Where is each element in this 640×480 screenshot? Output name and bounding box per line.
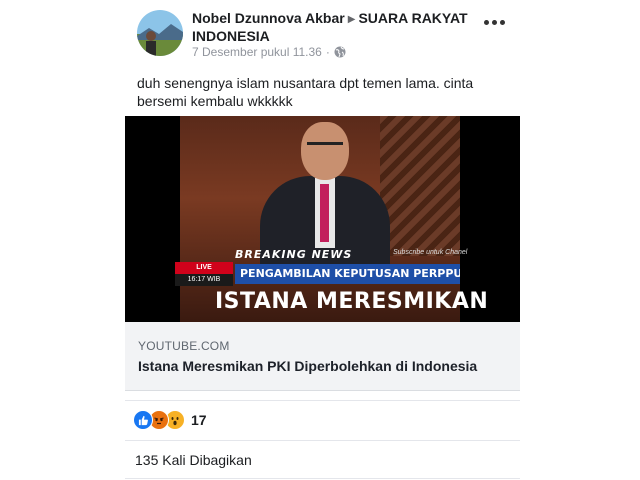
like-reaction-icon	[133, 410, 153, 430]
divider	[125, 478, 520, 479]
arrow-right-icon: ▶	[347, 14, 356, 25]
post-timestamp[interactable]: 7 Desember pukul 11.36	[192, 45, 322, 59]
subscribe-watermark: Subscribe untuk Chanel	[393, 249, 468, 256]
link-preview[interactable]: YOUTUBE.COM Istana Meresmikan PKI Diperb…	[125, 322, 520, 391]
video-backdrop-panel	[380, 116, 460, 256]
link-domain: YOUTUBE.COM	[138, 339, 230, 353]
breaking-news-label: BREAKING NEWS	[235, 248, 353, 261]
separator-dot: ·	[325, 45, 330, 59]
reactions-summary[interactable]: 17	[133, 410, 207, 430]
dot-icon	[499, 19, 505, 25]
author-name[interactable]: Nobel Dzunnova Akbar	[192, 10, 345, 26]
news-ticker: PENGAMBILAN KEPUTUSAN PERPPU ORMAS	[235, 264, 460, 284]
speaker-glasses	[307, 142, 343, 151]
globe-icon	[334, 46, 346, 58]
more-options-button[interactable]	[482, 16, 506, 28]
dot-icon	[491, 19, 497, 25]
speaker-tie	[320, 184, 329, 242]
video-thumbnail[interactable]: BREAKING NEWS Subscribe untuk Chanel LIV…	[125, 116, 520, 322]
share-count[interactable]: 135 Kali Dibagikan	[135, 452, 252, 468]
live-badge: LIVE	[175, 262, 233, 274]
post-text: duh senengnya islam nusantara dpt temen …	[137, 75, 474, 109]
avatar[interactable]	[137, 10, 183, 56]
post-meta: 7 Desember pukul 11.36 ·	[192, 45, 346, 59]
reaction-count: 17	[191, 412, 207, 428]
divider	[125, 400, 520, 401]
speaker-head	[301, 122, 349, 180]
dot-icon	[483, 19, 489, 25]
video-headline: ISTANA MERESMIKAN	[215, 289, 489, 314]
facebook-post: Nobel Dzunnova Akbar ▶ SUARA RAKYAT INDONE…	[125, 0, 520, 480]
broadcast-time: 16:17 WIB	[175, 274, 233, 286]
link-title: Istana Meresmikan PKI Diperbolehkan di I…	[138, 358, 478, 374]
post-header: Nobel Dzunnova Akbar ▶ SUARA RAKYAT INDONE…	[192, 10, 482, 45]
divider	[125, 440, 520, 441]
